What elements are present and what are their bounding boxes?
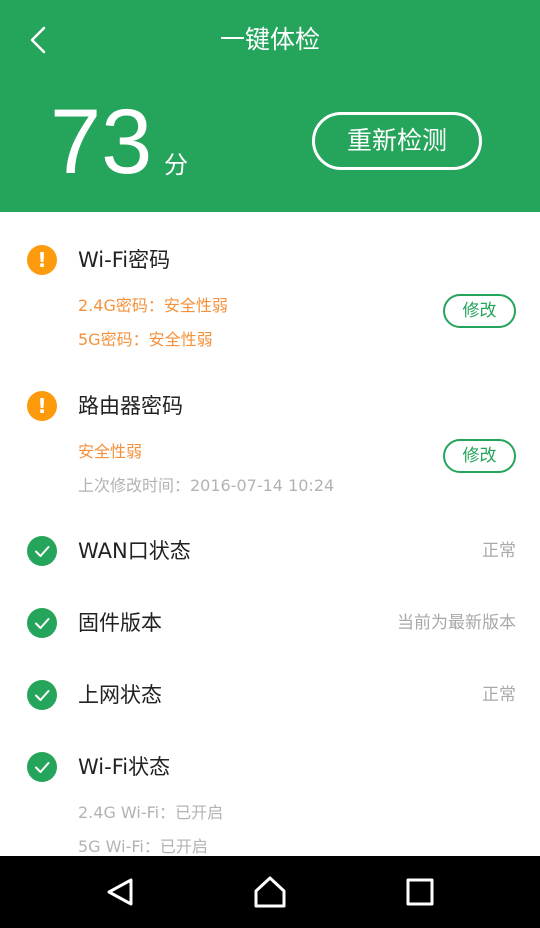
nav-home-button[interactable] <box>252 874 288 910</box>
header-bar: 一键体检 73 分 重新检测 <box>0 0 540 212</box>
check-item-internet-status: 上网状态 正常 <box>0 652 540 724</box>
check-icon <box>27 752 57 782</box>
check-item-wifi-status: Wi-Fi状态 2.4G Wi-Fi：已开启 5G Wi-Fi：已开启 <box>0 724 540 856</box>
triangle-back-icon <box>107 878 133 906</box>
exclamation-icon: ! <box>27 245 57 275</box>
score-unit: 分 <box>164 151 188 179</box>
item-title: 路由器密码 <box>78 394 183 418</box>
modify-wifi-password-button[interactable]: 修改 <box>443 294 516 328</box>
item-title: Wi-Fi状态 <box>78 755 171 779</box>
item-detail: 2.4G密码：安全性弱 <box>78 296 228 315</box>
item-status-value: 正常 <box>482 541 516 561</box>
item-title: 固件版本 <box>78 611 162 635</box>
system-nav-bar <box>0 856 540 928</box>
item-detail: 2.4G Wi-Fi：已开启 <box>78 803 224 822</box>
home-icon <box>254 876 286 908</box>
recheck-button[interactable]: 重新检测 <box>312 112 482 170</box>
nav-recents-button[interactable] <box>402 874 438 910</box>
item-detail: 安全性弱 <box>78 442 143 461</box>
square-recents-icon <box>406 878 434 906</box>
score-value: 73 <box>50 91 153 193</box>
check-item-router-password: ! 路由器密码 安全性弱 上次修改时间：2016-07-14 10:24 修改 <box>0 358 540 508</box>
item-title: Wi-Fi密码 <box>78 248 171 272</box>
check-icon <box>27 608 57 638</box>
item-status-value: 正常 <box>482 685 516 705</box>
item-detail: 5G密码：安全性弱 <box>78 330 213 349</box>
nav-back-button[interactable] <box>102 874 138 910</box>
page-title: 一键体检 <box>219 25 320 54</box>
check-icon <box>27 536 57 566</box>
item-title: WAN口状态 <box>78 539 191 563</box>
check-icon <box>27 680 57 710</box>
check-item-wifi-password: ! Wi-Fi密码 2.4G密码：安全性弱 5G密码：安全性弱 修改 <box>0 212 540 358</box>
modify-router-password-button[interactable]: 修改 <box>443 439 516 473</box>
check-item-wan-status: WAN口状态 正常 <box>0 508 540 580</box>
item-detail: 上次修改时间：2016-07-14 10:24 <box>78 476 335 495</box>
item-title: 上网状态 <box>78 683 162 707</box>
check-item-firmware: 固件版本 当前为最新版本 <box>0 580 540 652</box>
exclamation-icon: ! <box>27 391 57 421</box>
item-status-value: 当前为最新版本 <box>397 613 516 633</box>
item-detail: 5G Wi-Fi：已开启 <box>78 837 208 856</box>
